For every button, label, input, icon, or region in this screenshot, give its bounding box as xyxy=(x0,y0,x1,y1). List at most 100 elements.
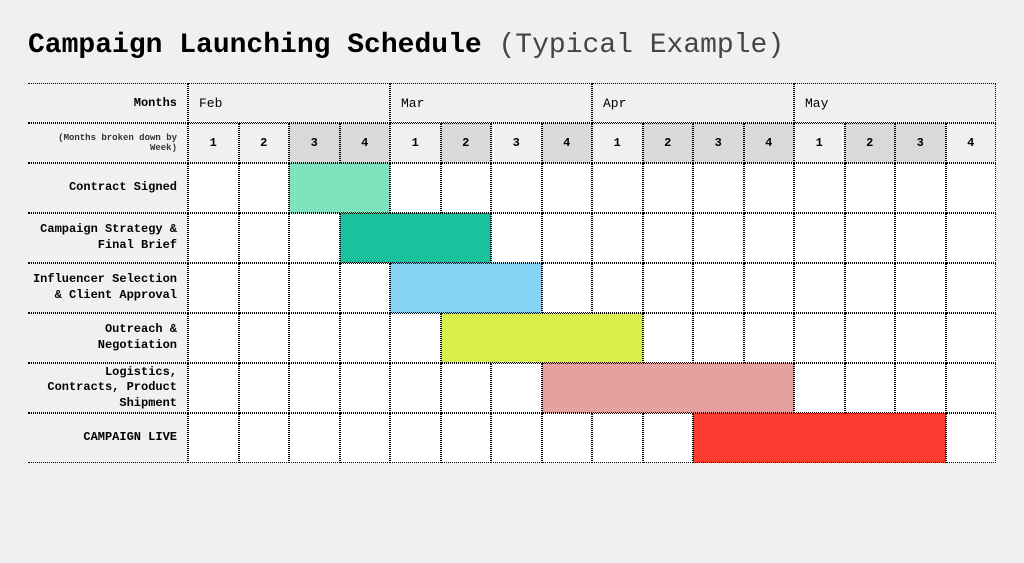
gantt-cell xyxy=(845,163,896,213)
gantt-cell xyxy=(491,213,542,263)
gantt-cell xyxy=(845,313,896,363)
gantt-cell xyxy=(693,163,744,213)
gantt-cell xyxy=(592,213,643,263)
gantt-cell xyxy=(693,313,744,363)
gantt-cell xyxy=(289,263,340,313)
gantt-cell xyxy=(239,313,290,363)
gantt-cell xyxy=(491,413,542,463)
gantt-cell xyxy=(643,163,694,213)
task-label: CAMPAIGN LIVE xyxy=(28,413,188,463)
gantt-cell xyxy=(794,313,845,363)
gantt-cell xyxy=(289,363,340,413)
gantt-cell xyxy=(643,313,694,363)
gantt-cell xyxy=(845,363,896,413)
gantt-cell xyxy=(794,163,845,213)
gantt-cell xyxy=(895,313,946,363)
week-header-cell: 2 xyxy=(239,123,290,163)
gantt-cell xyxy=(239,163,290,213)
gantt-cell xyxy=(340,263,391,313)
gantt-cell xyxy=(289,413,340,463)
gantt-cell xyxy=(188,413,239,463)
gantt-cell xyxy=(289,213,340,263)
gantt-bar xyxy=(340,213,492,263)
gantt-cell xyxy=(643,413,694,463)
gantt-cell xyxy=(895,213,946,263)
gantt-bar xyxy=(542,363,795,413)
gantt-chart: MonthsFebMarAprMay(Months broken down by… xyxy=(28,83,996,463)
gantt-bar xyxy=(289,163,390,213)
gantt-cell xyxy=(895,163,946,213)
gantt-cell xyxy=(390,313,441,363)
gantt-cell xyxy=(643,213,694,263)
task-label: Outreach & Negotiation xyxy=(28,313,188,363)
gantt-cell xyxy=(744,163,795,213)
gantt-bar xyxy=(441,313,643,363)
week-header-cell: 1 xyxy=(592,123,643,163)
week-header-cell: 1 xyxy=(390,123,441,163)
gantt-cell xyxy=(592,413,643,463)
gantt-cell xyxy=(542,263,593,313)
gantt-cell xyxy=(289,313,340,363)
task-label: Contract Signed xyxy=(28,163,188,213)
gantt-cell xyxy=(946,413,997,463)
months-header-label: Months xyxy=(28,83,188,123)
page-title: Campaign Launching Schedule (Typical Exa… xyxy=(0,0,1024,83)
gantt-cell xyxy=(390,163,441,213)
week-header-cell: 3 xyxy=(491,123,542,163)
gantt-cell xyxy=(239,213,290,263)
gantt-cell xyxy=(693,263,744,313)
gantt-cell xyxy=(643,263,694,313)
gantt-cell xyxy=(441,413,492,463)
gantt-bar xyxy=(693,413,946,463)
week-header-cell: 4 xyxy=(744,123,795,163)
title-subtitle: (Typical Example) xyxy=(499,30,785,61)
month-header-cell: May xyxy=(794,83,996,123)
gantt-cell xyxy=(794,363,845,413)
gantt-cell xyxy=(340,413,391,463)
gantt-cell xyxy=(946,363,997,413)
gantt-cell xyxy=(794,263,845,313)
gantt-cell xyxy=(441,163,492,213)
week-header-cell: 1 xyxy=(188,123,239,163)
week-header-cell: 3 xyxy=(895,123,946,163)
gantt-cell xyxy=(946,313,997,363)
weeks-header-label: (Months broken down by Week) xyxy=(28,123,188,163)
month-header-cell: Mar xyxy=(390,83,592,123)
month-header-cell: Feb xyxy=(188,83,390,123)
gantt-cell xyxy=(693,213,744,263)
gantt-cell xyxy=(946,163,997,213)
gantt-cell xyxy=(188,263,239,313)
task-label: Campaign Strategy & Final Brief xyxy=(28,213,188,263)
gantt-cell xyxy=(895,263,946,313)
gantt-cell xyxy=(946,263,997,313)
gantt-cell xyxy=(592,163,643,213)
week-header-cell: 2 xyxy=(643,123,694,163)
gantt-cell xyxy=(592,263,643,313)
gantt-cell xyxy=(239,263,290,313)
gantt-cell xyxy=(542,213,593,263)
gantt-cell xyxy=(188,363,239,413)
gantt-cell xyxy=(390,413,441,463)
week-header-cell: 2 xyxy=(845,123,896,163)
week-header-cell: 4 xyxy=(340,123,391,163)
week-header-cell: 4 xyxy=(946,123,997,163)
gantt-cell xyxy=(542,163,593,213)
title-main: Campaign Launching Schedule xyxy=(28,30,482,61)
gantt-cell xyxy=(845,213,896,263)
gantt-cell xyxy=(895,363,946,413)
gantt-cell xyxy=(188,313,239,363)
week-header-cell: 3 xyxy=(289,123,340,163)
gantt-cell xyxy=(946,213,997,263)
gantt-cell xyxy=(744,263,795,313)
gantt-cell xyxy=(744,213,795,263)
week-header-cell: 1 xyxy=(794,123,845,163)
week-header-cell: 2 xyxy=(441,123,492,163)
gantt-bar xyxy=(390,263,542,313)
task-label: Logistics, Contracts, Product Shipment xyxy=(28,363,188,413)
gantt-cell xyxy=(794,213,845,263)
gantt-cell xyxy=(441,363,492,413)
week-header-cell: 4 xyxy=(542,123,593,163)
gantt-cell xyxy=(491,163,542,213)
gantt-cell xyxy=(390,363,441,413)
gantt-cell xyxy=(340,313,391,363)
